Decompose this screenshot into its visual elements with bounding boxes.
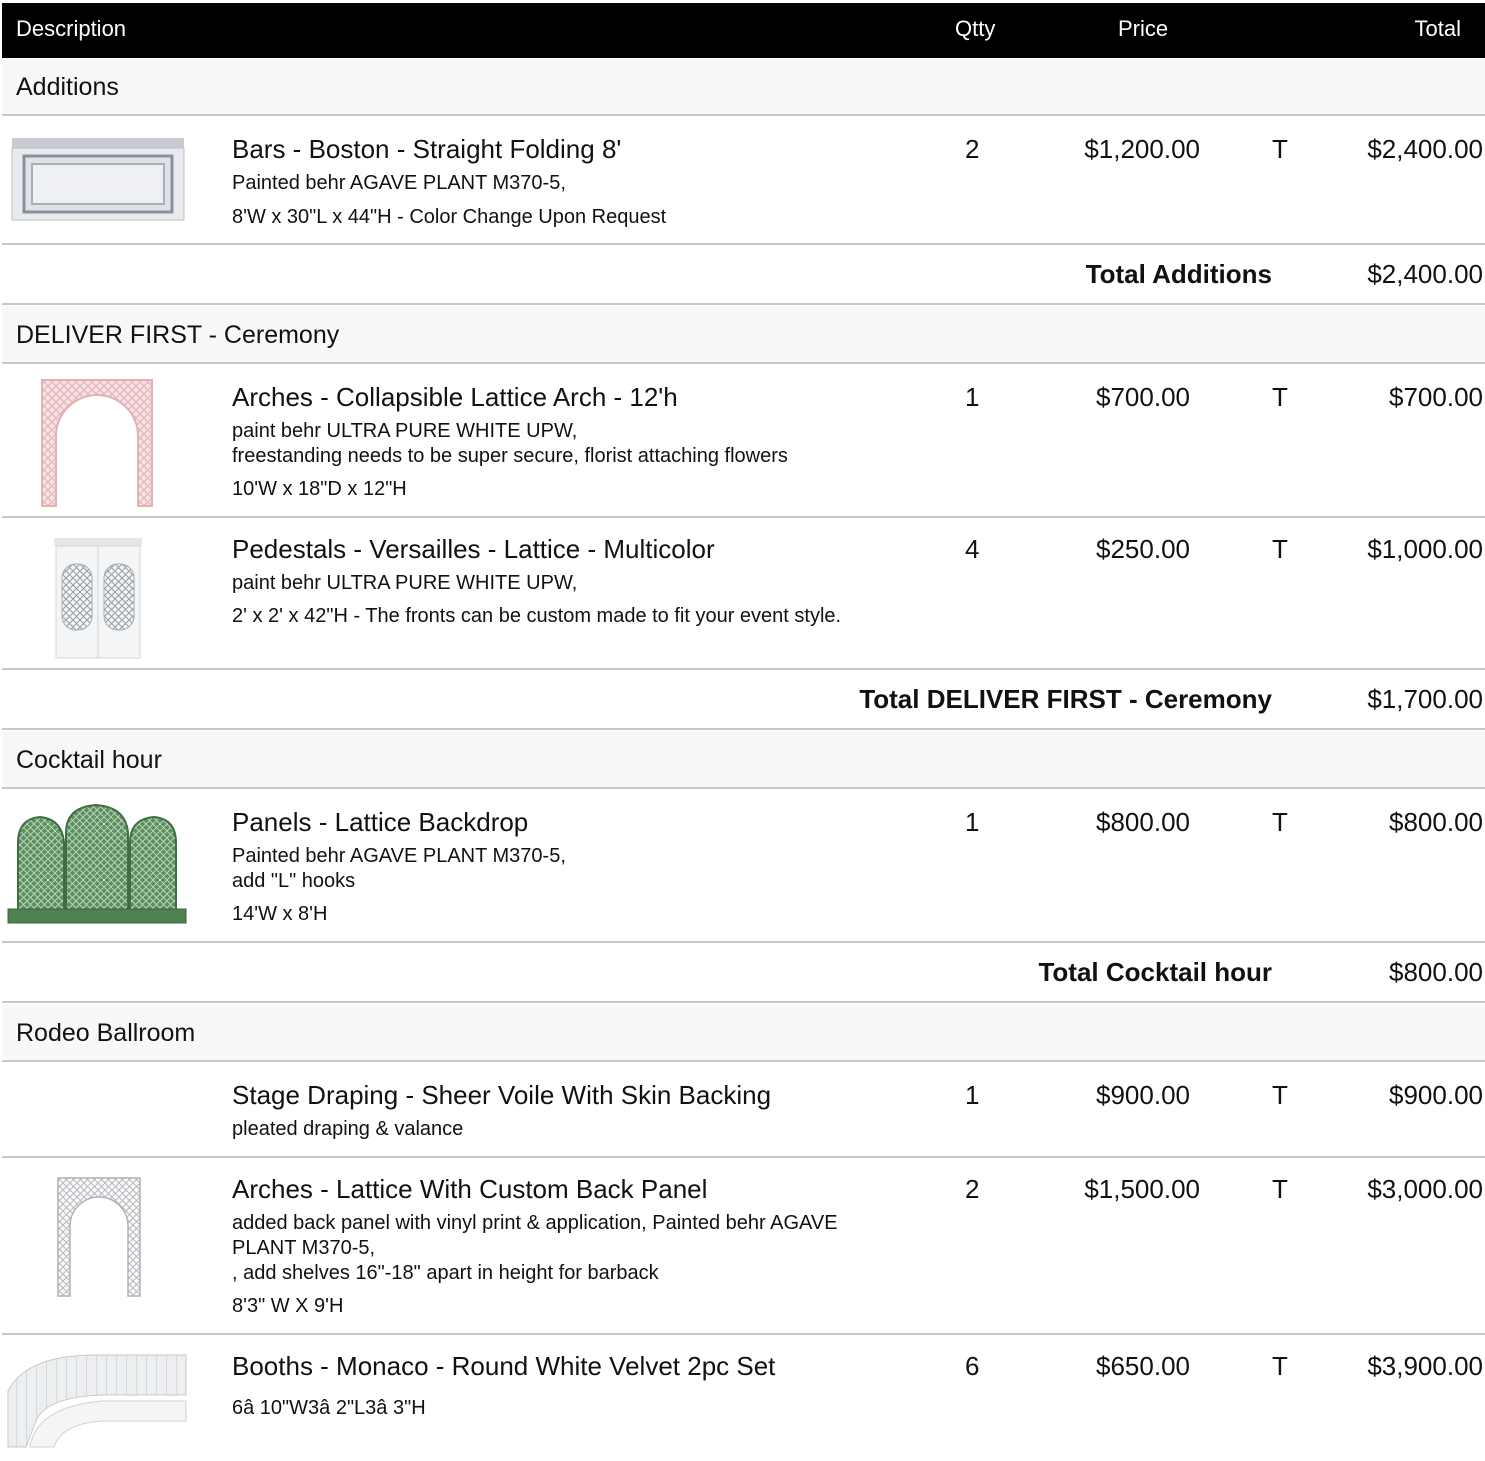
item-detail: paint behr ULTRA PURE WHITE UPW, [232,572,578,594]
item-name: Bars - Boston - Straight Folding 8' [232,134,622,164]
pedestal-image [54,538,142,659]
item-detail: , add shelves 16"-18" apart in height fo… [232,1262,659,1284]
item-qty: 2 [965,1174,980,1204]
item-tax: T [1272,134,1288,164]
item-detail: paint behr ULTRA PURE WHITE UPW, [232,420,578,442]
section-total-amount: $1,700.00 [1367,684,1483,714]
item-price: $650.00 [1096,1351,1190,1381]
item-total: $1,000.00 [1367,534,1483,564]
item-name: Arches - Lattice With Custom Back Panel [232,1174,708,1204]
item-tax: T [1272,807,1288,837]
section-header-additions: Additions [2,58,1485,116]
item-total: $3,900.00 [1367,1351,1483,1381]
lattice-backdrop-image [7,803,187,924]
header-price: Price [1118,16,1169,41]
item-qty: 6 [965,1351,980,1381]
item-total: $800.00 [1389,807,1483,837]
item-detail: 8'3" W X 9'H [232,1295,344,1317]
item-detail: Painted behr AGAVE PLANT M370-5, [232,845,566,867]
item-qty: 1 [965,382,980,412]
item-qty: 4 [965,534,980,564]
item-tax: T [1272,1174,1288,1204]
item-total: $900.00 [1389,1080,1483,1110]
line-item: Arches - Collapsible Lattice Arch - 12'h… [2,366,1485,518]
item-price: $1,200.00 [1084,134,1200,164]
line-item: Panels - Lattice Backdrop Painted behr A… [2,791,1485,943]
section-total-ceremony: Total DELIVER FIRST - Ceremony $1,700.00 [2,670,1485,730]
item-name: Booths - Monaco - Round White Velvet 2pc… [232,1351,776,1381]
item-price: $1,500.00 [1084,1174,1200,1204]
section-total-label: Total Additions [1085,259,1272,289]
item-tax: T [1272,534,1288,564]
item-detail: add "L" hooks [232,870,356,892]
section-header-cocktail: Cocktail hour [2,731,1485,789]
section-total-additions: Total Additions $2,400.00 [2,245,1485,305]
item-name: Pedestals - Versailles - Lattice - Multi… [232,534,715,564]
line-item: Arches - Lattice With Custom Back Panel … [2,1158,1485,1335]
item-detail: added back panel with vinyl print & appl… [232,1212,838,1234]
line-item: Stage Draping - Sheer Voile With Skin Ba… [2,1064,1485,1158]
item-qty: 1 [965,807,980,837]
item-detail: pleated draping & valance [232,1118,464,1140]
table-header: Description Qtty Price Total [2,3,1485,58]
item-detail: 2' x 2' x 42"H - The fronts can be custo… [232,605,842,627]
item-qty: 1 [965,1080,980,1110]
item-tax: T [1272,382,1288,412]
item-total: $3,000.00 [1367,1174,1483,1204]
item-total: $700.00 [1389,382,1483,412]
item-tax: T [1272,1351,1288,1381]
item-price: $250.00 [1096,534,1190,564]
section-total-amount: $800.00 [1389,957,1483,987]
section-title: Cocktail hour [16,746,162,774]
line-item: Pedestals - Versailles - Lattice - Multi… [2,518,1485,670]
section-header-ceremony: DELIVER FIRST - Ceremony [2,306,1485,364]
item-price: $800.00 [1096,807,1190,837]
section-total-label: Total DELIVER FIRST - Ceremony [859,684,1272,714]
bar-image [11,138,185,221]
line-item: Bars - Boston - Straight Folding 8' Pain… [2,118,1485,245]
arch-image [41,379,153,507]
item-qty: 2 [965,134,980,164]
item-price: $900.00 [1096,1080,1190,1110]
section-header-rodeo: Rodeo Ballroom [2,1004,1485,1062]
section-total-label: Total Cocktail hour [1038,957,1272,987]
item-detail: PLANT M370-5, [232,1237,376,1259]
section-total-amount: $2,400.00 [1367,259,1483,289]
item-name: Stage Draping - Sheer Voile With Skin Ba… [232,1080,772,1110]
item-detail: 10'W x 18"D x 12"H [232,478,407,500]
section-title: Rodeo Ballroom [16,1019,196,1047]
item-price: $700.00 [1096,382,1190,412]
section-title: DELIVER FIRST - Ceremony [16,321,340,349]
arch-image [57,1177,141,1297]
section-total-cocktail: Total Cocktail hour $800.00 [2,943,1485,1003]
header-qtty: Qtty [955,16,996,41]
item-tax: T [1272,1080,1288,1110]
section-title: Additions [16,73,119,101]
header-description: Description [16,16,127,41]
item-detail: Painted behr AGAVE PLANT M370-5, [232,172,566,194]
item-total: $2,400.00 [1367,134,1483,164]
item-name: Arches - Collapsible Lattice Arch - 12'h [232,382,678,412]
item-detail: 6â 10"W3â 2"L3â 3"H [232,1397,426,1419]
item-name: Panels - Lattice Backdrop [232,807,529,837]
item-detail: 8'W x 30"L x 44"H - Color Change Upon Re… [232,206,667,228]
item-detail: freestanding needs to be super secure, f… [232,445,788,467]
line-item: Booths - Monaco - Round White Velvet 2pc… [2,1335,1485,1461]
item-detail: 14'W x 8'H [232,903,328,925]
booth-image [7,1354,187,1448]
header-total: Total [1414,16,1461,41]
